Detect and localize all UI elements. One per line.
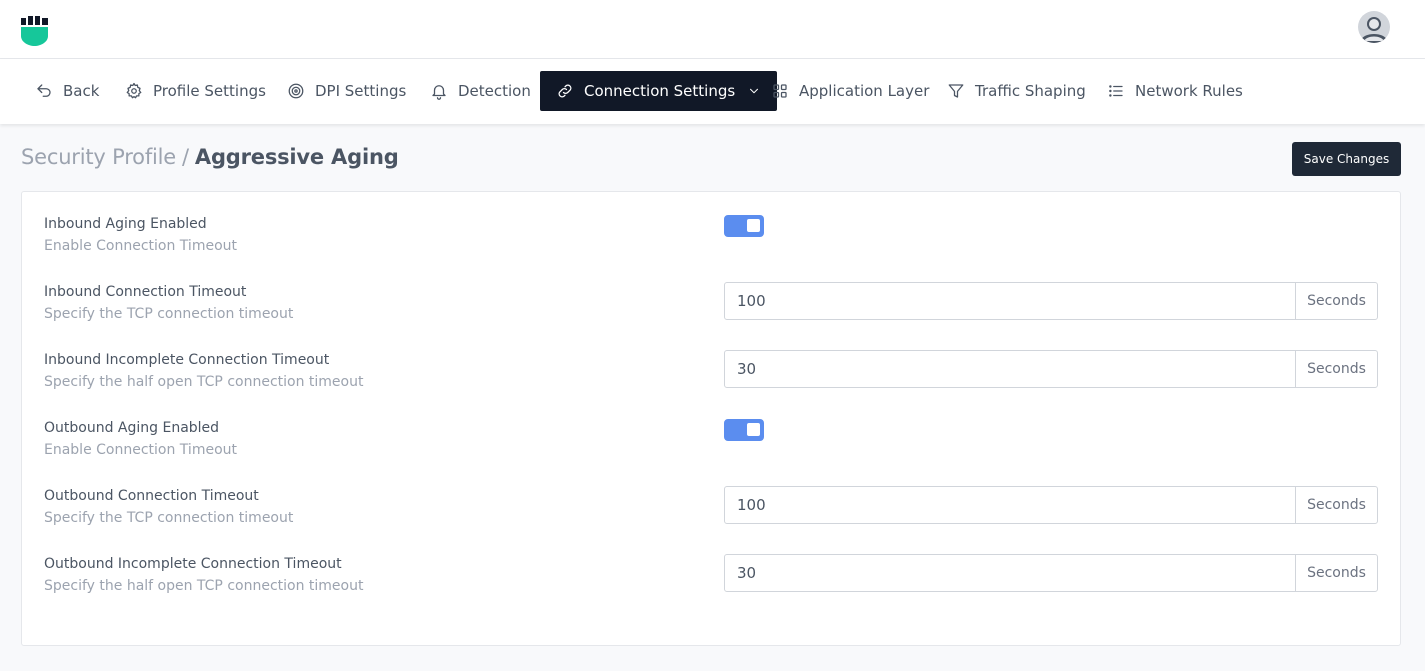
setting-outbound-connection-timeout: Outbound Connection Timeout Specify the … xyxy=(22,486,1402,548)
inbound-connection-timeout-group: Seconds xyxy=(724,282,1378,320)
setting-description: Specify the TCP connection timeout xyxy=(44,510,294,526)
outbound-connection-timeout-input[interactable] xyxy=(725,487,1295,523)
save-changes-button[interactable]: Save Changes xyxy=(1292,142,1401,176)
chevron-down-icon xyxy=(750,88,759,94)
setting-inbound-connection-timeout: Inbound Connection Timeout Specify the T… xyxy=(22,282,1402,344)
breadcrumb-separator: / xyxy=(182,145,189,169)
nav-dpi-settings[interactable]: DPI Settings xyxy=(279,71,414,111)
nav-label: Connection Settings xyxy=(584,82,736,100)
nav-profile-settings[interactable]: Profile Settings xyxy=(117,71,274,111)
setting-inbound-aging-enabled: Inbound Aging Enabled Enable Connection … xyxy=(22,215,1402,276)
nav-connection-settings[interactable]: Connection Settings xyxy=(540,71,778,111)
grid-icon xyxy=(773,84,787,98)
unit-addon: Seconds xyxy=(1295,283,1377,319)
back-arrow-icon xyxy=(37,84,51,97)
settings-card: Inbound Aging Enabled Enable Connection … xyxy=(21,191,1401,646)
brand-logo-icon[interactable] xyxy=(21,16,49,47)
setting-description: Specify the half open TCP connection tim… xyxy=(44,578,364,594)
setting-label: Outbound Connection Timeout xyxy=(44,488,259,504)
nav-network-rules[interactable]: Network Rules xyxy=(1099,71,1251,111)
gear-icon xyxy=(126,82,142,99)
target-icon xyxy=(288,83,304,99)
setting-label: Outbound Aging Enabled xyxy=(44,420,220,436)
nav-bar: Back Profile Settings DPI Settings Detec… xyxy=(0,59,1425,124)
unit-addon: Seconds xyxy=(1295,487,1377,523)
toggle-knob xyxy=(747,423,760,436)
setting-description: Enable Connection Timeout xyxy=(44,442,237,458)
link-icon xyxy=(558,84,572,98)
nav-detection[interactable]: Detection xyxy=(422,71,539,111)
setting-description: Enable Connection Timeout xyxy=(44,238,237,254)
nav-back[interactable]: Back xyxy=(27,71,107,111)
filter-icon xyxy=(948,84,964,98)
inbound-incomplete-timeout-input[interactable] xyxy=(725,351,1295,387)
inbound-aging-toggle[interactable] xyxy=(724,215,764,237)
nav-label: Back xyxy=(63,82,100,100)
nav-traffic-shaping[interactable]: Traffic Shaping xyxy=(939,71,1094,111)
toggle-knob xyxy=(747,219,760,232)
setting-inbound-incomplete-timeout: Inbound Incomplete Connection Timeout Sp… xyxy=(22,350,1402,412)
setting-label: Outbound Incomplete Connection Timeout xyxy=(44,556,342,572)
setting-outbound-aging-enabled: Outbound Aging Enabled Enable Connection… xyxy=(22,419,1402,480)
setting-outbound-incomplete-timeout: Outbound Incomplete Connection Timeout S… xyxy=(22,554,1402,616)
setting-description: Specify the TCP connection timeout xyxy=(44,306,294,322)
nav-label: Application Layer xyxy=(799,82,930,100)
outbound-connection-timeout-group: Seconds xyxy=(724,486,1378,524)
outbound-incomplete-timeout-group: Seconds xyxy=(724,554,1378,592)
setting-label: Inbound Connection Timeout xyxy=(44,284,247,300)
nav-label: DPI Settings xyxy=(315,82,407,100)
unit-addon: Seconds xyxy=(1295,351,1377,387)
outbound-aging-toggle[interactable] xyxy=(724,419,764,441)
setting-label: Inbound Aging Enabled xyxy=(44,216,207,232)
unit-addon: Seconds xyxy=(1295,555,1377,591)
nav-label: Network Rules xyxy=(1135,82,1243,100)
list-icon xyxy=(1109,85,1123,97)
nav-label: Profile Settings xyxy=(153,82,266,100)
user-avatar-icon[interactable] xyxy=(1358,11,1390,43)
nav-application-layer[interactable]: Application Layer xyxy=(763,71,937,111)
breadcrumb: Security Profile / Aggressive Aging xyxy=(21,145,399,169)
nav-label: Detection xyxy=(458,82,531,100)
top-bar xyxy=(0,0,1425,59)
setting-label: Inbound Incomplete Connection Timeout xyxy=(44,352,330,368)
outbound-incomplete-timeout-input[interactable] xyxy=(725,555,1295,591)
setting-description: Specify the half open TCP connection tim… xyxy=(44,374,364,390)
inbound-incomplete-timeout-group: Seconds xyxy=(724,350,1378,388)
inbound-connection-timeout-input[interactable] xyxy=(725,283,1295,319)
breadcrumb-parent[interactable]: Security Profile xyxy=(21,145,176,169)
page-title: Aggressive Aging xyxy=(194,145,399,169)
bell-icon xyxy=(432,85,446,100)
nav-label: Traffic Shaping xyxy=(975,82,1086,100)
